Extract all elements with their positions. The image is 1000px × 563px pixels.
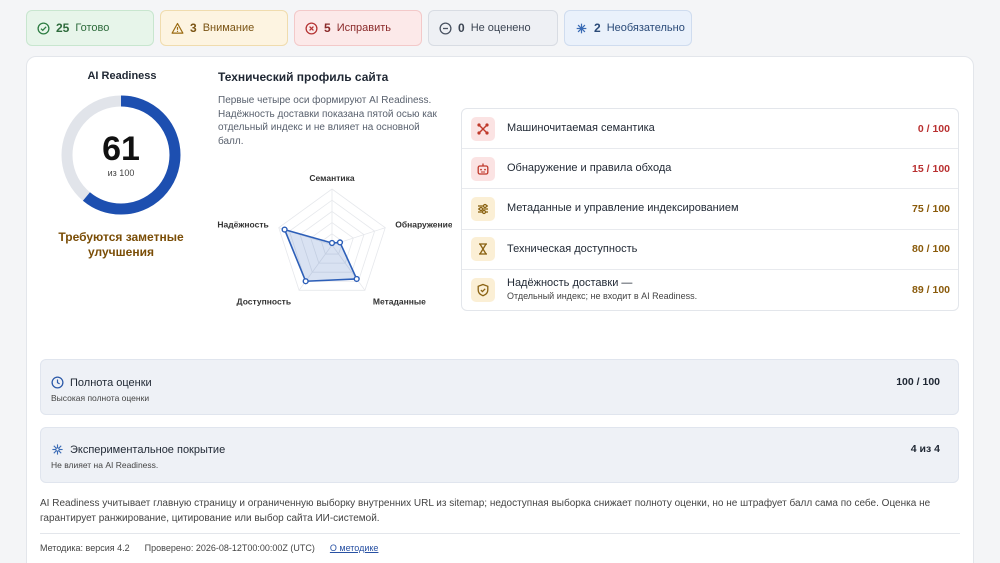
experimental-title-text: Экспериментальное покрытие [70,443,226,456]
chip-label: Не оценено [470,22,531,34]
radar-axis-label: Обнаружение [395,220,452,230]
profile-title: Технический профиль сайта [218,70,389,84]
methodology-note: AI Readiness учитывает главную страницу … [40,498,931,524]
radar-axis-label: Надёжность [217,220,268,230]
axis-score: 0 / 100 [917,122,950,135]
readiness-title: AI Readiness [87,70,157,82]
nodes-icon [471,116,495,141]
axis-row-semantics[interactable]: Машиночитаемая семантика 0 / 100 [462,109,958,150]
axis-score: 80 / 100 [912,243,950,256]
status-chips: 25 Готово 3 Внимание 5 Исправить 0 Не оц… [26,10,692,46]
footer-divider [40,533,960,534]
radar-point [328,239,336,247]
radar-axis-label: Семантика [309,173,354,183]
axis-name: Обнаружение и правила обхода [507,162,672,175]
chip-label: Внимание [202,22,255,34]
robot-icon [471,156,495,181]
radar-chart: Семантика Обнаружение Метаданные Доступност… [217,173,452,306]
chip-label: Готово [75,22,110,34]
radar-series-area [283,228,358,283]
axis-row-delivery[interactable]: Надёжность доставки — Отдельный индекс; … [462,270,958,310]
x-circle-icon [305,21,318,35]
experimental-panel[interactable]: Экспериментальное покрытие Не влияет на … [40,427,959,483]
chip-count: 2 [594,21,601,35]
radar-axis-label: Метаданные [373,296,426,306]
chip-not-rated[interactable]: 0 Не оценено [428,10,558,46]
axes-list: Машиночитаемая семантика 0 / 100 Обнаруж… [461,108,959,311]
minus-circle-icon [439,21,452,35]
hourglass-icon [471,237,495,262]
completeness-value: 100 / 100 [896,376,940,388]
axis-name: Машиночитаемая семантика [507,122,655,135]
chip-count: 25 [56,21,70,35]
axis-score: 15 / 100 [912,162,950,175]
chip-fix[interactable]: 5 Исправить [294,10,422,46]
about-methodology-link[interactable]: О методике [330,543,379,553]
radar-point [302,278,309,285]
completeness-subtitle: Высокая полнота оценки [51,393,150,403]
experimental-title: Экспериментальное покрытие [51,443,225,456]
radar-axis-label: Доступность [237,296,292,306]
experimental-value: 4 из 4 [910,443,940,455]
radar-point [336,239,344,246]
chip-count: 0 [458,21,465,35]
chip-label: Исправить [336,22,392,34]
chip-count: 3 [190,21,197,35]
sparkle-icon [51,443,64,456]
axis-name-text: Надёжность доставки — [507,276,633,289]
axis-row-metadata[interactable]: Метаданные и управление индексированием … [462,189,958,230]
checked-timestamp: Проверено: 2026-08-12T00:00:00Z (UTC) [144,543,315,553]
footer: Методика: версия 4.2 Проверено: 2026-08-… [40,543,378,553]
chip-label: Необязательно [606,22,685,34]
axis-score: 89 / 100 [912,283,950,296]
axis-row-accessibility[interactable]: Техническая доступность 80 / 100 [462,230,958,270]
readiness-score: 61 [102,130,140,168]
completeness-title: Полнота оценки [51,376,152,389]
readiness-max: из 100 [107,168,135,178]
radar-point [353,275,360,283]
chip-ready[interactable]: 25 Готово [26,10,154,46]
completeness-title-text: Полнота оценки [70,376,152,389]
profile-description: Первые четыре оси формируют AI Readiness… [218,95,437,147]
axis-score: 75 / 100 [912,202,950,215]
axis-row-discovery[interactable]: Обнаружение и правила обхода 15 / 100 [462,149,958,190]
warning-triangle-icon [171,22,184,35]
completeness-panel[interactable]: Полнота оценки Высокая полнота оценки 10… [40,359,959,415]
sliders-icon [471,196,495,221]
chip-count: 5 [324,21,331,35]
shield-check-icon [471,277,495,302]
asterisk-icon [575,22,588,35]
axis-name: Техническая доступность [507,242,638,255]
chip-warning[interactable]: 3 Внимание [160,10,288,46]
axis-name: Метаданные и управление индексированием [507,202,739,215]
check-circle-icon [37,21,50,35]
experimental-subtitle: Не влияет на AI Readiness. [51,460,159,470]
chip-optional[interactable]: 2 Необязательно [564,10,692,46]
clock-icon [51,376,64,389]
axis-name: Надёжность доставки — Отдельный индекс; … [507,277,912,303]
axis-note: Отдельный индекс; не входит в AI Readine… [507,290,698,301]
method-version: Методика: версия 4.2 [40,543,130,553]
radar-point [281,226,288,233]
readiness-verdict: Требуются заметные улучшения [58,230,184,259]
